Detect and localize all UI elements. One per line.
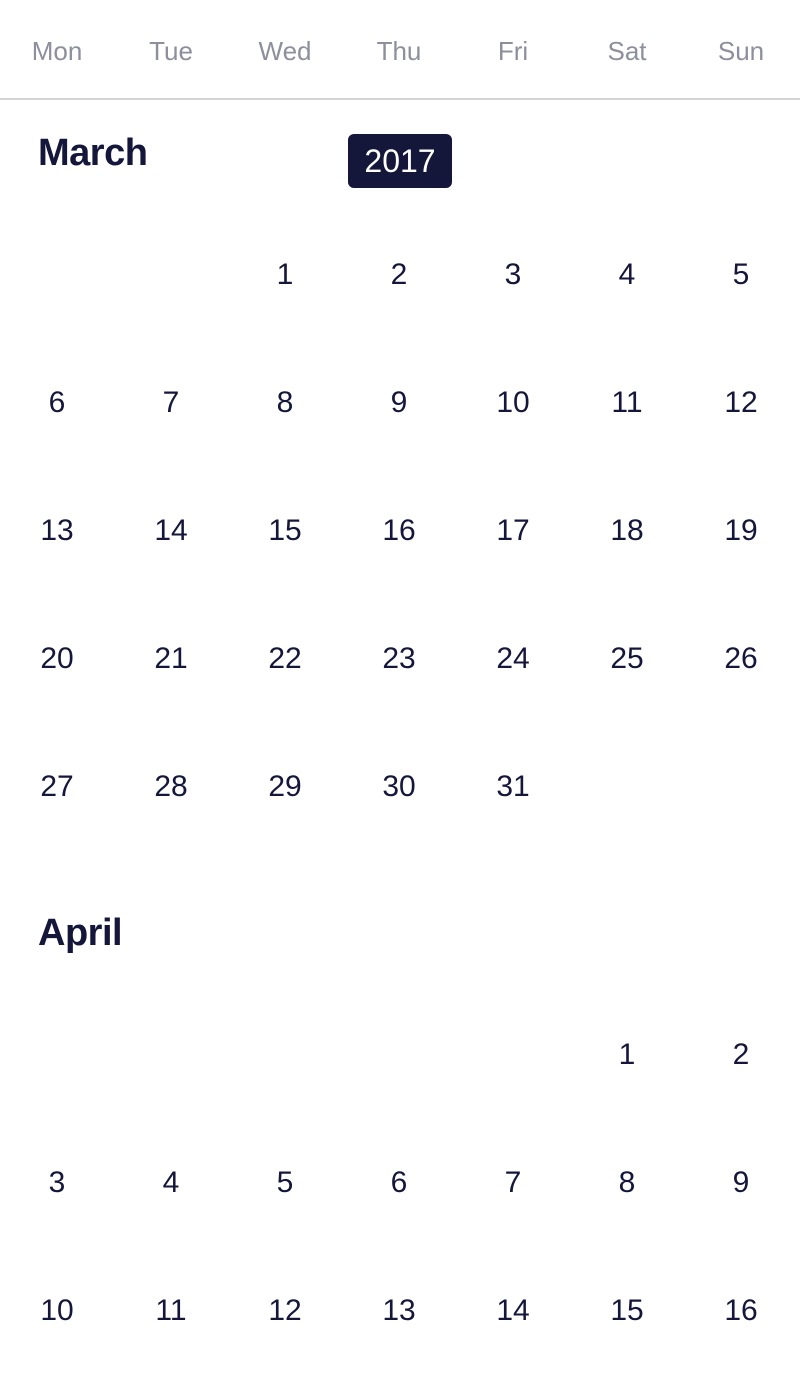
day-cell-march-8[interactable]: 8 <box>245 383 325 423</box>
day-cell-march-19[interactable]: 19 <box>701 511 781 551</box>
day-cell-march-20[interactable]: 20 <box>17 639 97 679</box>
day-cell-april-5[interactable]: 5 <box>245 1163 325 1203</box>
day-cell-march-26[interactable]: 26 <box>701 639 781 679</box>
day-cell-march-4[interactable]: 4 <box>587 255 667 295</box>
day-cell-march-6[interactable]: 6 <box>17 383 97 423</box>
weekday-header: Mon Tue Wed Thu Fri Sat Sun <box>0 0 800 100</box>
weekday-fri: Fri <box>497 36 529 66</box>
day-cell-april-10[interactable]: 10 <box>17 1291 97 1331</box>
day-cell-april-1[interactable]: 1 <box>587 1035 667 1075</box>
year-badge[interactable]: 2017 <box>348 134 452 188</box>
weekday-sun: Sun <box>717 36 765 66</box>
day-cell-march-9[interactable]: 9 <box>359 383 439 423</box>
day-cell-march-23[interactable]: 23 <box>359 639 439 679</box>
day-cell-march-1[interactable]: 1 <box>245 255 325 295</box>
day-cell-april-16[interactable]: 16 <box>701 1291 781 1331</box>
day-cell-march-2[interactable]: 2 <box>359 255 439 295</box>
day-cell-march-22[interactable]: 22 <box>245 639 325 679</box>
day-cell-march-3[interactable]: 3 <box>473 255 553 295</box>
day-cell-april-8[interactable]: 8 <box>587 1163 667 1203</box>
day-cell-april-15[interactable]: 15 <box>587 1291 667 1331</box>
day-cell-april-14[interactable]: 14 <box>473 1291 553 1331</box>
weekday-thu: Thu <box>376 36 422 66</box>
month-title-april: April <box>38 912 123 954</box>
weekday-sat: Sat <box>607 36 647 66</box>
day-cell-march-17[interactable]: 17 <box>473 511 553 551</box>
day-cell-march-18[interactable]: 18 <box>587 511 667 551</box>
day-cell-march-30[interactable]: 30 <box>359 767 439 807</box>
weekday-mon: Mon <box>31 36 83 66</box>
day-cell-march-24[interactable]: 24 <box>473 639 553 679</box>
day-cell-march-31[interactable]: 31 <box>473 767 553 807</box>
day-cell-april-2[interactable]: 2 <box>701 1035 781 1075</box>
day-cell-march-5[interactable]: 5 <box>701 255 781 295</box>
day-cell-april-3[interactable]: 3 <box>17 1163 97 1203</box>
day-cell-april-6[interactable]: 6 <box>359 1163 439 1203</box>
day-cell-march-29[interactable]: 29 <box>245 767 325 807</box>
day-cell-april-4[interactable]: 4 <box>131 1163 211 1203</box>
day-cell-march-28[interactable]: 28 <box>131 767 211 807</box>
weekday-tue: Tue <box>149 36 193 66</box>
day-cell-april-12[interactable]: 12 <box>245 1291 325 1331</box>
day-cell-march-10[interactable]: 10 <box>473 383 553 423</box>
month-title-march: March <box>38 132 148 174</box>
day-cell-march-16[interactable]: 16 <box>359 511 439 551</box>
day-cell-march-27[interactable]: 27 <box>17 767 97 807</box>
day-cell-march-13[interactable]: 13 <box>17 511 97 551</box>
day-cell-april-11[interactable]: 11 <box>131 1291 211 1331</box>
day-cell-march-7[interactable]: 7 <box>131 383 211 423</box>
day-cell-april-13[interactable]: 13 <box>359 1291 439 1331</box>
day-cell-march-25[interactable]: 25 <box>587 639 667 679</box>
day-cell-march-15[interactable]: 15 <box>245 511 325 551</box>
day-cell-march-21[interactable]: 21 <box>131 639 211 679</box>
day-cell-march-12[interactable]: 12 <box>701 383 781 423</box>
day-cell-march-11[interactable]: 11 <box>587 383 667 423</box>
weekday-wed: Wed <box>258 36 312 66</box>
day-cell-april-7[interactable]: 7 <box>473 1163 553 1203</box>
day-cell-march-14[interactable]: 14 <box>131 511 211 551</box>
day-cell-april-9[interactable]: 9 <box>701 1163 781 1203</box>
